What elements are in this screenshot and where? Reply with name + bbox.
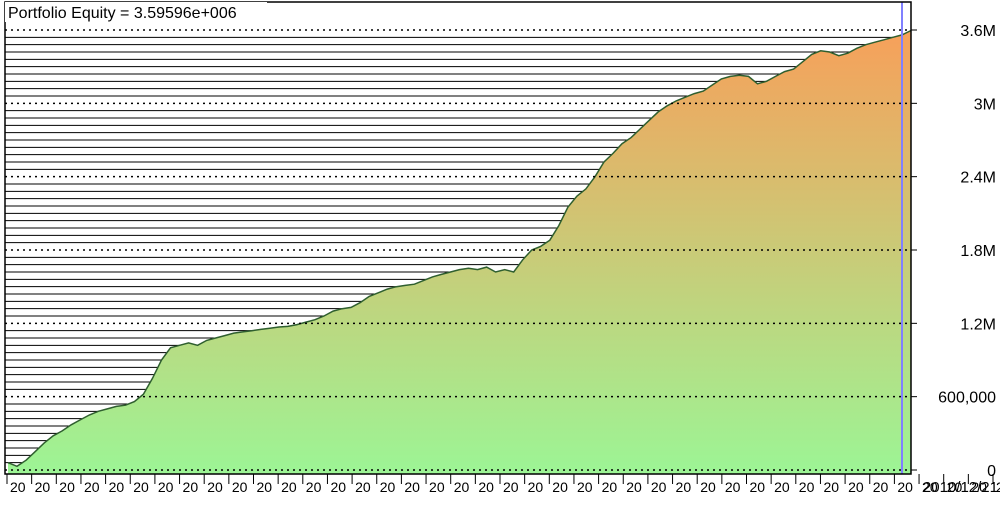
- x-tick-label: 20: [602, 479, 618, 495]
- y-tick-label: 0: [987, 463, 996, 480]
- x-tick-label: 20: [330, 479, 346, 495]
- x-tick-label: 20: [700, 479, 716, 495]
- x-tick-label: 20: [799, 479, 815, 495]
- last-date-label: 2010/12/21: [923, 479, 998, 496]
- x-tick-label: 20: [626, 479, 642, 495]
- y-tick-label: 600,000: [938, 390, 996, 407]
- chart-svg: 0 600,000 1.2M 1.8M 2.4M 3M 3.6M 20 20 20 20 20 20 2…: [0, 0, 1000, 500]
- x-tick-label: 20: [355, 479, 371, 495]
- x-tick-label: 20: [84, 479, 100, 495]
- y-tick-label: 1.8M: [960, 243, 996, 260]
- y-tick-label: 2.4M: [960, 170, 996, 187]
- x-tick-label: 20: [59, 479, 75, 495]
- y-tick-label: 3.6M: [960, 23, 996, 40]
- x-tick-label: 20: [207, 479, 223, 495]
- x-tick-label: 20: [454, 479, 470, 495]
- x-tick-label: 20: [503, 479, 519, 495]
- x-tick-label: 20: [676, 479, 692, 495]
- x-tick-label: 20: [848, 479, 864, 495]
- x-tick-label: 20: [577, 479, 593, 495]
- x-tick-label: 20: [404, 479, 420, 495]
- x-tick-label: 20: [750, 479, 766, 495]
- x-tick-label: 20: [10, 479, 26, 495]
- x-tick-label: 20: [109, 479, 125, 495]
- x-tick-label: 20: [257, 479, 273, 495]
- x-tick-label: 20: [897, 479, 913, 495]
- x-tick-label: 20: [35, 479, 51, 495]
- x-tick-label: 20: [823, 479, 839, 495]
- x-tick-label: 20: [133, 479, 149, 495]
- x-tick-label: 20: [725, 479, 741, 495]
- x-tick-label: 20: [873, 479, 889, 495]
- x-tick-label: 20: [158, 479, 174, 495]
- x-tick-label: 20: [232, 479, 248, 495]
- x-tick-label: 20: [478, 479, 494, 495]
- x-tick-label: 20: [528, 479, 544, 495]
- x-tick-label: 20: [429, 479, 445, 495]
- y-tick-label: 1.2M: [960, 316, 996, 333]
- x-tick-label: 20: [380, 479, 396, 495]
- equity-chart: 0 600,000 1.2M 1.8M 2.4M 3M 3.6M 20 20 20 20 20 20 2…: [0, 0, 1000, 500]
- x-tick-label: 20: [306, 479, 322, 495]
- x-tick-label: 20: [651, 479, 667, 495]
- x-tick-label: 20: [552, 479, 568, 495]
- y-tick-label: 3M: [974, 96, 996, 113]
- x-tick-label: 20: [183, 479, 199, 495]
- x-tick-label: 20: [281, 479, 297, 495]
- chart-title: Portfolio Equity = 3.59596e+006: [8, 5, 237, 22]
- x-tick-label: 20: [774, 479, 790, 495]
